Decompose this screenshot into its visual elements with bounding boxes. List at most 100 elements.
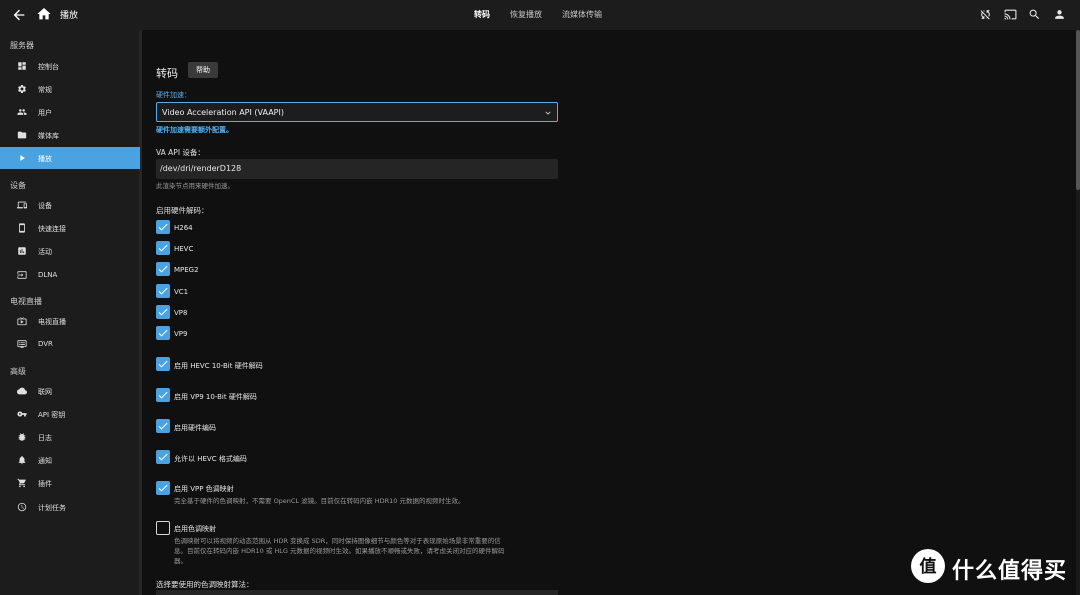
checkbox-vc1[interactable]: [156, 284, 170, 298]
hw-decode-label: 启用硬件解码：: [156, 206, 209, 215]
option-label: 启用 HEVC 10-Bit 硬件解码: [174, 362, 263, 370]
input-icon: [17, 271, 27, 279]
main-scrollbar[interactable]: [1076, 30, 1080, 595]
dashboard-icon: [18, 62, 26, 70]
hw-accel-value: Video Acceleration API (VAAPI): [162, 108, 284, 117]
live-tv-icon: [17, 316, 27, 326]
hw-accel-label: 硬件加速：: [156, 91, 191, 99]
vpp-tonemap-hint: 完全基于硬件的色调映射，不需要 OpenCL 滤镜。目前仅在转码内嵌 HDR10…: [174, 497, 465, 505]
section-server: 服务器: [10, 41, 34, 50]
section-live-tv: 电视直播: [10, 297, 42, 306]
page-title: 播放: [60, 11, 79, 21]
sidebar-item-label: DVR: [38, 340, 53, 348]
sidebar-item-networking[interactable]: 联网: [0, 380, 140, 402]
sidebar-item-label: 媒体库: [38, 132, 59, 140]
cart-icon: [17, 478, 26, 488]
search-icon[interactable]: [1028, 8, 1041, 21]
chevron-down-icon: [545, 111, 551, 115]
va-device-label: VA API 设备：: [156, 148, 205, 157]
sidebar-item-playback[interactable]: 播放: [0, 147, 140, 169]
sync-disabled-icon[interactable]: [979, 8, 992, 21]
check-icon: [158, 453, 168, 461]
sidebar-item-notifications[interactable]: 通知: [0, 449, 140, 471]
sidebar-item-quick-connect[interactable]: 快速连接: [0, 217, 140, 239]
folder-icon: [17, 131, 27, 139]
sidebar-item-label: DLNA: [38, 271, 58, 279]
checkbox-hevc-10bit[interactable]: [156, 357, 170, 371]
phone-icon: [19, 223, 25, 233]
sidebar-item-activity[interactable]: 活动: [0, 240, 140, 262]
back-arrow-icon[interactable]: [11, 7, 27, 23]
check-icon: [158, 329, 168, 337]
watermark-logo-icon: 值: [911, 549, 945, 583]
codec-label: MPEG2: [174, 266, 199, 274]
sidebar-item-label: API 密钥: [38, 411, 66, 419]
codec-label: VP8: [174, 309, 188, 317]
hw-accel-config-link[interactable]: 硬件加速需要额外配置。: [156, 125, 233, 135]
codec-label: VC1: [174, 288, 189, 296]
watermark-text: 什么值得买: [952, 559, 1068, 584]
sidebar-item-logs[interactable]: 日志: [0, 426, 140, 448]
chart-icon: [18, 247, 26, 255]
bell-icon: [18, 456, 26, 465]
sidebar-item-dvr[interactable]: DVR: [0, 333, 140, 355]
checkbox-vp9[interactable]: [156, 326, 170, 340]
checkbox-tonemap[interactable]: [156, 521, 170, 535]
tab-streaming[interactable]: 流媒体传输: [562, 9, 602, 22]
sidebar-item-libraries[interactable]: 媒体库: [0, 124, 140, 146]
scrollbar-thumb[interactable]: [1076, 30, 1080, 190]
sidebar-item-users[interactable]: 用户: [0, 101, 140, 123]
checkbox-hevc[interactable]: [156, 241, 170, 255]
codec-label: H264: [174, 224, 193, 232]
checkbox-h264[interactable]: [156, 220, 170, 234]
sidebar-item-label: 通知: [38, 457, 52, 465]
tonemap-algo-select[interactable]: [156, 590, 558, 595]
va-device-hint: 此渲染节点用来硬件加速。: [156, 182, 234, 190]
sidebar-item-label: 设备: [38, 202, 52, 210]
help-button[interactable]: 帮助: [188, 62, 218, 78]
sidebar-item-label: 联网: [38, 388, 52, 396]
option-label: 启用硬件编码: [174, 424, 216, 432]
sidebar-item-label: 快速连接: [38, 225, 66, 233]
sidebar-item-scheduled-tasks[interactable]: 计划任务: [0, 496, 140, 518]
checkbox-vp9-10bit[interactable]: [156, 388, 170, 402]
home-icon[interactable]: [36, 6, 52, 22]
tab-bar: 转码 恢复播放 流媒体传输: [474, 9, 622, 22]
sidebar-item-dlna[interactable]: DLNA: [0, 264, 140, 286]
page-heading: 转码: [156, 67, 178, 80]
check-icon: [158, 244, 168, 252]
hw-accel-select[interactable]: Video Acceleration API (VAAPI): [156, 102, 558, 122]
checkbox-hw-encoding[interactable]: [156, 419, 170, 433]
va-device-input[interactable]: /dev/dri/renderD128: [156, 159, 558, 179]
checkbox-vpp-tonemap[interactable]: [156, 481, 170, 495]
cast-icon[interactable]: [1004, 8, 1017, 21]
sidebar-item-live-tv[interactable]: 电视直播: [0, 310, 140, 332]
check-icon: [158, 265, 168, 273]
tonemap-hint-line: 色调映射可以将视频的动态范围从 HDR 变换成 SDR，同时保持图像细节与颜色等…: [174, 537, 501, 545]
checkbox-mpeg2[interactable]: [156, 262, 170, 276]
check-icon: [158, 287, 168, 295]
check-icon: [158, 484, 168, 492]
devices-icon: [17, 201, 27, 209]
sidebar-item-devices[interactable]: 设备: [0, 194, 140, 216]
key-icon: [17, 411, 27, 417]
sidebar-item-dashboard[interactable]: 控制台: [0, 55, 140, 77]
tab-resume[interactable]: 恢复播放: [510, 9, 542, 22]
svg-text:值: 值: [920, 556, 937, 577]
checkbox-hevc-encoding[interactable]: [156, 450, 170, 464]
sidebar-item-label: 插件: [38, 480, 52, 488]
codec-label: HEVC: [174, 245, 194, 253]
cloud-icon: [17, 387, 27, 395]
checkbox-vp8[interactable]: [156, 305, 170, 319]
people-icon: [17, 109, 27, 115]
check-icon: [158, 308, 168, 316]
tab-transcoding[interactable]: 转码: [474, 9, 490, 22]
sidebar-item-plugins[interactable]: 插件: [0, 472, 140, 494]
section-devices: 设备: [10, 181, 26, 190]
bug-icon: [18, 433, 26, 441]
user-icon[interactable]: [1053, 8, 1066, 21]
check-icon: [158, 391, 168, 399]
option-label: 允许以 HEVC 格式编码: [174, 455, 247, 463]
sidebar-item-api-keys[interactable]: API 密钥: [0, 403, 140, 425]
sidebar-item-general[interactable]: 常规: [0, 78, 140, 100]
